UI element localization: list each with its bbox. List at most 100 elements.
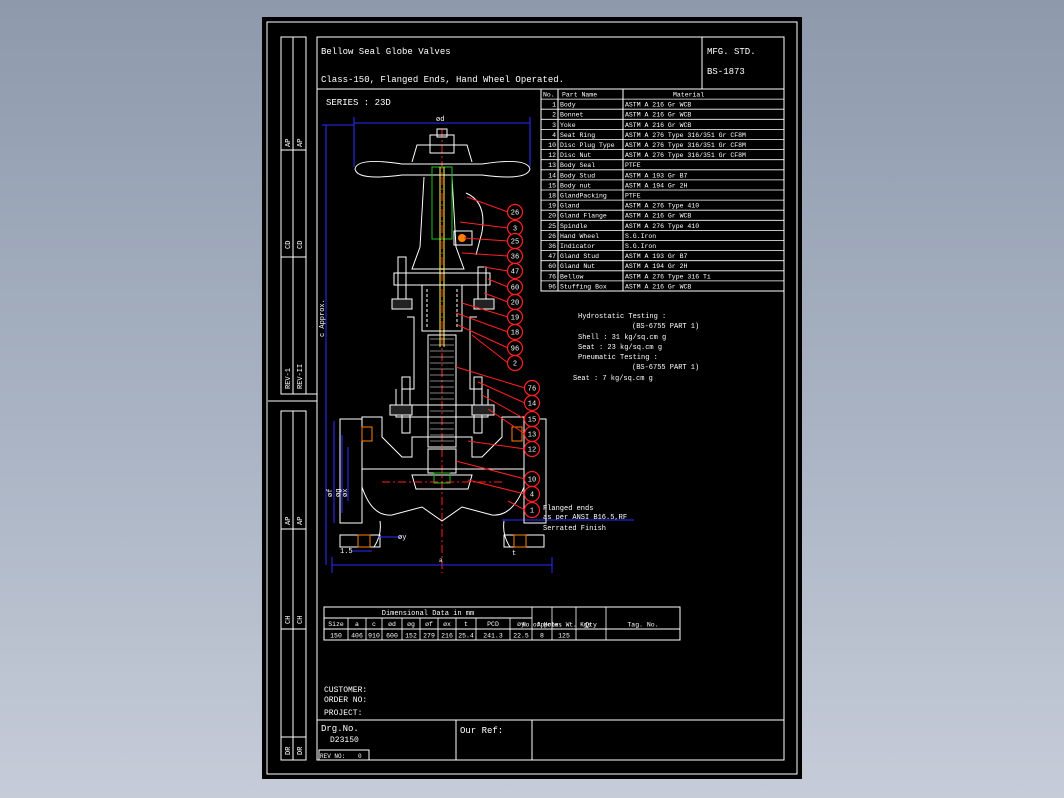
parts-row-name: Stuffing Box bbox=[560, 283, 607, 290]
sign-ch-2: CH bbox=[297, 616, 305, 624]
hydro-title: Hydrostatic Testing : bbox=[578, 313, 666, 321]
callout-number: 1 bbox=[530, 508, 534, 516]
dim-bolt: 1.5 bbox=[340, 548, 353, 556]
flange-note-1: Flanged ends bbox=[543, 505, 593, 513]
rev-1: REV-1 bbox=[285, 368, 293, 389]
parts-row-material: ASTM A 276 Type 316/351 Gr CF8M bbox=[625, 152, 746, 159]
dim-table-header: Size bbox=[328, 621, 344, 628]
parts-row-name: Gland Nut bbox=[560, 263, 595, 270]
mfg-std-value: BS-1873 bbox=[707, 67, 745, 77]
parts-row-material: ASTM A 193 Gr B7 bbox=[625, 172, 688, 179]
parts-row-material: ASTM A 216 Gr WCB bbox=[625, 213, 691, 220]
parts-row-name: Body bbox=[560, 102, 576, 109]
rev-ap-1: AP bbox=[285, 139, 293, 147]
dim-c: c Approx. bbox=[319, 299, 327, 337]
flange-note-2: as per ANSI B16.5,RF bbox=[543, 514, 627, 522]
rev-2: REV-II bbox=[297, 364, 305, 389]
parts-row-material: ASTM A 216 Gr WCB bbox=[625, 283, 691, 290]
callout-number: 4 bbox=[530, 492, 534, 500]
parts-row-name: Disc Nut bbox=[560, 152, 591, 159]
parts-row-material: S.G.Iron bbox=[625, 243, 656, 250]
parts-row-no: 10 bbox=[548, 142, 556, 149]
rev-ap-2: AP bbox=[297, 139, 305, 147]
customer-label: CUSTOMER: bbox=[324, 686, 367, 695]
sign-dr-1: DR bbox=[285, 746, 293, 755]
dim-table-header: øx bbox=[443, 621, 451, 628]
dimensional-data-table: Dimensional Data in mm Size 150 a 406 c 910 ød 6… bbox=[323, 606, 681, 641]
parts-row-no: 60 bbox=[548, 263, 556, 270]
cad-viewport[interactable]: AP AP CD CD REV-1 REV-II AP AP CH CH DR … bbox=[262, 17, 802, 779]
sign-ap-2: AP bbox=[297, 517, 305, 525]
parts-row-material: ASTM A 194 Gr 2H bbox=[625, 263, 688, 270]
callout-number: 47 bbox=[511, 269, 519, 277]
dim-table-value: 25.4 bbox=[458, 633, 474, 640]
callout-number: 26 bbox=[511, 210, 519, 218]
parts-row-name: Gland Flange bbox=[560, 213, 607, 220]
hydro-shell: Shell : 31 kg/sq.cm g bbox=[578, 334, 666, 342]
callout-number: 19 bbox=[511, 315, 519, 323]
callout-number: 96 bbox=[511, 346, 519, 354]
dim-weight-label: Approx. Wt. Kgs bbox=[537, 622, 591, 629]
parts-row-no: 47 bbox=[548, 253, 556, 260]
parts-header-material: Material bbox=[673, 92, 704, 99]
parts-header-no: No. bbox=[543, 92, 555, 99]
parts-row-material: ASTM A 216 Gr WCB bbox=[625, 102, 691, 109]
series-label: SERIES : 23D bbox=[326, 98, 391, 108]
parts-row-name: Gland bbox=[560, 203, 580, 210]
parts-table: No. Part Name Material 1 Body ASTM A 216 Gr W… bbox=[540, 88, 785, 292]
callout-number: 76 bbox=[528, 386, 536, 394]
dim-a: a bbox=[439, 557, 443, 564]
dim-table-value: 150 bbox=[330, 633, 342, 640]
callout-number: 60 bbox=[511, 285, 519, 293]
parts-row-no: 15 bbox=[548, 182, 556, 189]
pneu-title: Pneumatic Testing : bbox=[578, 354, 658, 362]
parts-row-name: Bellow bbox=[560, 273, 584, 280]
dim-qty-label: Qty bbox=[585, 622, 597, 629]
parts-row-no: 13 bbox=[548, 162, 556, 169]
parts-row-material: PTFE bbox=[625, 193, 641, 200]
parts-row-no: 20 bbox=[548, 213, 556, 220]
dim-t: t bbox=[512, 550, 516, 558]
flange-note: Flanged ends as per ANSI B16.5,RF Serrat… bbox=[502, 505, 634, 533]
parts-row-material: PTFE bbox=[625, 162, 641, 169]
parts-row-no: 36 bbox=[548, 243, 556, 250]
drg-no-value: D23150 bbox=[330, 736, 359, 745]
dim-table-title: Dimensional Data in mm bbox=[382, 610, 474, 618]
dim-no-holes: 8 bbox=[540, 633, 544, 640]
callout-number: 20 bbox=[511, 300, 519, 308]
order-label: ORDER NO: bbox=[324, 696, 367, 705]
rev-no-value: 0 bbox=[358, 753, 362, 760]
parts-row-no: 14 bbox=[548, 172, 556, 179]
callout-number: 2 bbox=[513, 361, 517, 369]
parts-row-material: ASTM A 276 Type 410 bbox=[625, 203, 699, 210]
dim-of: øf bbox=[327, 489, 335, 497]
project-label: PROJECT: bbox=[324, 709, 362, 718]
parts-row-name: Indicator bbox=[560, 243, 595, 250]
dim-table-header: ød bbox=[388, 621, 396, 628]
dim-tag-label: Tag. No. bbox=[627, 622, 658, 629]
parts-row-material: ASTM A 276 Type 410 bbox=[625, 223, 699, 230]
dimension-labels: ød c Approx. øf øg øx øy 1.5 t a bbox=[319, 116, 516, 564]
parts-row-name: GlandPacking bbox=[560, 193, 607, 200]
callout-number: 36 bbox=[511, 254, 519, 262]
parts-row-material: ASTM A 193 Gr B7 bbox=[625, 253, 688, 260]
dim-table-value: 152 bbox=[405, 633, 417, 640]
footer-lines bbox=[317, 719, 784, 761]
dim-table-value: 600 bbox=[386, 633, 398, 640]
revision-labels: AP AP CD CD REV-1 REV-II AP AP CH CH DR … bbox=[285, 139, 305, 755]
parts-row-material: ASTM A 276 Type 316 Ti bbox=[625, 273, 711, 280]
dim-weight: 125 bbox=[558, 633, 570, 640]
sign-dr-2: DR bbox=[297, 746, 305, 755]
callout-number: 18 bbox=[511, 330, 519, 338]
hydro-std: (BS-6755 PART 1) bbox=[632, 323, 699, 331]
rev-cd-1: CD bbox=[285, 241, 293, 249]
parts-row-material: S.G.Iron bbox=[625, 233, 656, 240]
title-line-2: Class-150, Flanged Ends, Hand Wheel Oper… bbox=[321, 75, 564, 85]
parts-row-name: Disc Plug Type bbox=[560, 142, 615, 149]
callout-number: 12 bbox=[528, 447, 536, 455]
parts-row-name: Seat Ring bbox=[560, 132, 595, 139]
pneu-seat: Seat : 7 kg/sq.cm g bbox=[573, 375, 653, 383]
dim-ox: øx bbox=[342, 489, 350, 497]
parts-row-name: Bonnet bbox=[560, 112, 584, 119]
dim-table-header: t bbox=[464, 621, 468, 628]
